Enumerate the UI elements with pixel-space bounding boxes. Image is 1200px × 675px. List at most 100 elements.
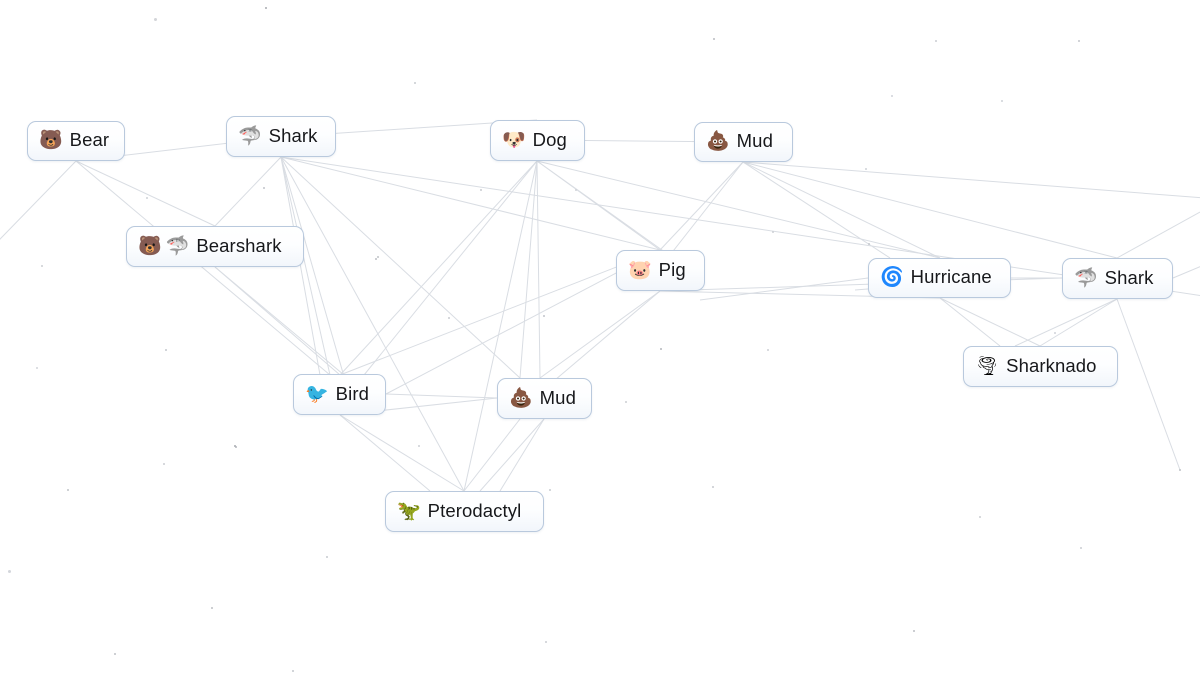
background-dot	[1080, 547, 1082, 549]
background-dot	[326, 556, 328, 558]
graph-edge	[463, 160, 538, 492]
graph-edge	[1039, 298, 1118, 347]
graph-edge	[1116, 298, 1181, 471]
background-dot	[165, 349, 167, 351]
mud-icon: 💩	[706, 130, 730, 152]
graph-edge	[699, 277, 869, 301]
graph-edge	[742, 161, 1200, 199]
graph-edge	[536, 160, 661, 251]
graph-edge	[499, 418, 545, 492]
node-label: Bird	[335, 382, 369, 404]
background-dot	[114, 653, 116, 655]
background-dot	[7, 569, 11, 573]
bird-icon: 🐦	[305, 382, 329, 405]
node-label: Bear	[69, 129, 110, 151]
background-dot	[163, 463, 165, 465]
graph-node-pterodactyl[interactable]: 🦖 Pterodactyl	[385, 491, 544, 532]
background-dot	[712, 486, 714, 488]
graph-node-shark-top[interactable]: 🦈 Shark	[226, 116, 336, 157]
mud-icon: 💩	[509, 386, 533, 409]
graph-node-dog[interactable]: 🐶 Dog	[490, 120, 585, 161]
node-emoji-group: 🦈	[1074, 266, 1098, 289]
node-label: Hurricane	[910, 266, 992, 288]
background-dot	[414, 82, 416, 84]
node-emoji-group: 🐻 🦈	[138, 234, 189, 257]
node-emoji-group: 🐶	[502, 128, 526, 151]
background-dot	[146, 197, 148, 199]
graph-node-bearshark[interactable]: 🐻 🦈 Bearshark	[126, 226, 304, 267]
graph-edge	[1014, 298, 1118, 347]
graph-node-pig[interactable]: 🐷 Pig	[616, 250, 705, 291]
background-dot	[292, 670, 294, 672]
background-dot	[575, 189, 577, 191]
background-dot	[549, 489, 551, 491]
background-dot	[375, 258, 377, 260]
background-dot	[480, 189, 482, 191]
graph-node-bear[interactable]: 🐻 Bear	[27, 121, 125, 161]
edge-layer	[0, 119, 1200, 492]
dog-icon: 🐶	[502, 128, 526, 151]
node-emoji-group: 🐷	[628, 258, 652, 281]
graph-edge	[1172, 266, 1200, 279]
graph-edge	[669, 161, 744, 256]
background-dot	[418, 445, 420, 447]
graph-node-bird[interactable]: 🐦 Bird	[293, 374, 386, 415]
node-emoji-group: 🌀	[880, 268, 904, 287]
graph-edge	[339, 414, 431, 492]
background-dot	[41, 265, 43, 267]
graph-node-sharknado[interactable]: 🌪 Sharknado	[963, 346, 1118, 387]
graph-canvas[interactable]: 🐻 Bear 🦈 Shark 🐶 Dog 💩 Mud 🐻 🦈 Bearshark 🐷 Pig 🌀 Hurri…	[0, 0, 1200, 675]
shark-icon: 🦈	[1074, 266, 1098, 289]
graph-edge	[536, 160, 941, 259]
background-dot	[36, 367, 38, 369]
bear-icon: 🐻	[138, 234, 162, 257]
node-emoji-group: 🦈	[238, 126, 262, 146]
background-dot	[772, 231, 774, 233]
hurricane-icon: 🌀	[880, 266, 904, 288]
graph-edge	[659, 161, 744, 251]
background-dot-layer	[0, 0, 1200, 675]
node-emoji-group: 💩	[706, 132, 730, 151]
bear-icon: 🐻	[39, 129, 63, 151]
graph-node-shark-right[interactable]: 🦈 Shark	[1062, 258, 1173, 299]
graph-edge	[742, 161, 1118, 259]
background-dot	[263, 187, 265, 189]
graph-node-mud-bottom[interactable]: 💩 Mud	[497, 378, 592, 419]
background-dot	[891, 95, 893, 97]
graph-edge	[1116, 211, 1200, 259]
graph-edge	[539, 290, 661, 379]
background-dot	[211, 607, 213, 609]
graph-edge	[519, 160, 538, 379]
node-emoji-group: 🐦	[305, 382, 329, 405]
graph-edge	[280, 156, 521, 379]
background-dot	[265, 7, 267, 9]
node-label: Mud	[736, 130, 773, 152]
node-label: Bearshark	[196, 234, 282, 256]
graph-edge	[554, 290, 661, 381]
graph-edge	[359, 160, 538, 381]
graph-edge	[339, 414, 465, 492]
graph-edge	[75, 160, 331, 376]
background-dot	[979, 516, 981, 518]
graph-edge	[742, 161, 941, 259]
node-label: Shark	[268, 124, 318, 146]
node-emoji-group: 🐻	[39, 131, 63, 150]
graph-edge	[214, 266, 351, 381]
graph-edge	[385, 393, 498, 399]
background-dot	[935, 40, 937, 42]
graph-node-mud-top[interactable]: 💩 Mud	[694, 122, 793, 162]
background-dot	[448, 317, 450, 319]
graph-edge	[339, 249, 661, 376]
background-dot	[865, 168, 867, 170]
node-label: Pterodactyl	[427, 499, 522, 521]
background-dot	[1179, 469, 1181, 471]
pig-icon: 🐷	[628, 258, 652, 281]
background-dot	[545, 641, 547, 643]
background-dot	[913, 630, 915, 632]
graph-node-hurricane[interactable]: 🌀 Hurricane	[868, 258, 1011, 298]
background-dot	[713, 38, 715, 40]
graph-edge	[214, 156, 282, 227]
background-dot	[377, 256, 379, 258]
background-dot	[234, 445, 236, 447]
background-dot	[235, 446, 237, 448]
